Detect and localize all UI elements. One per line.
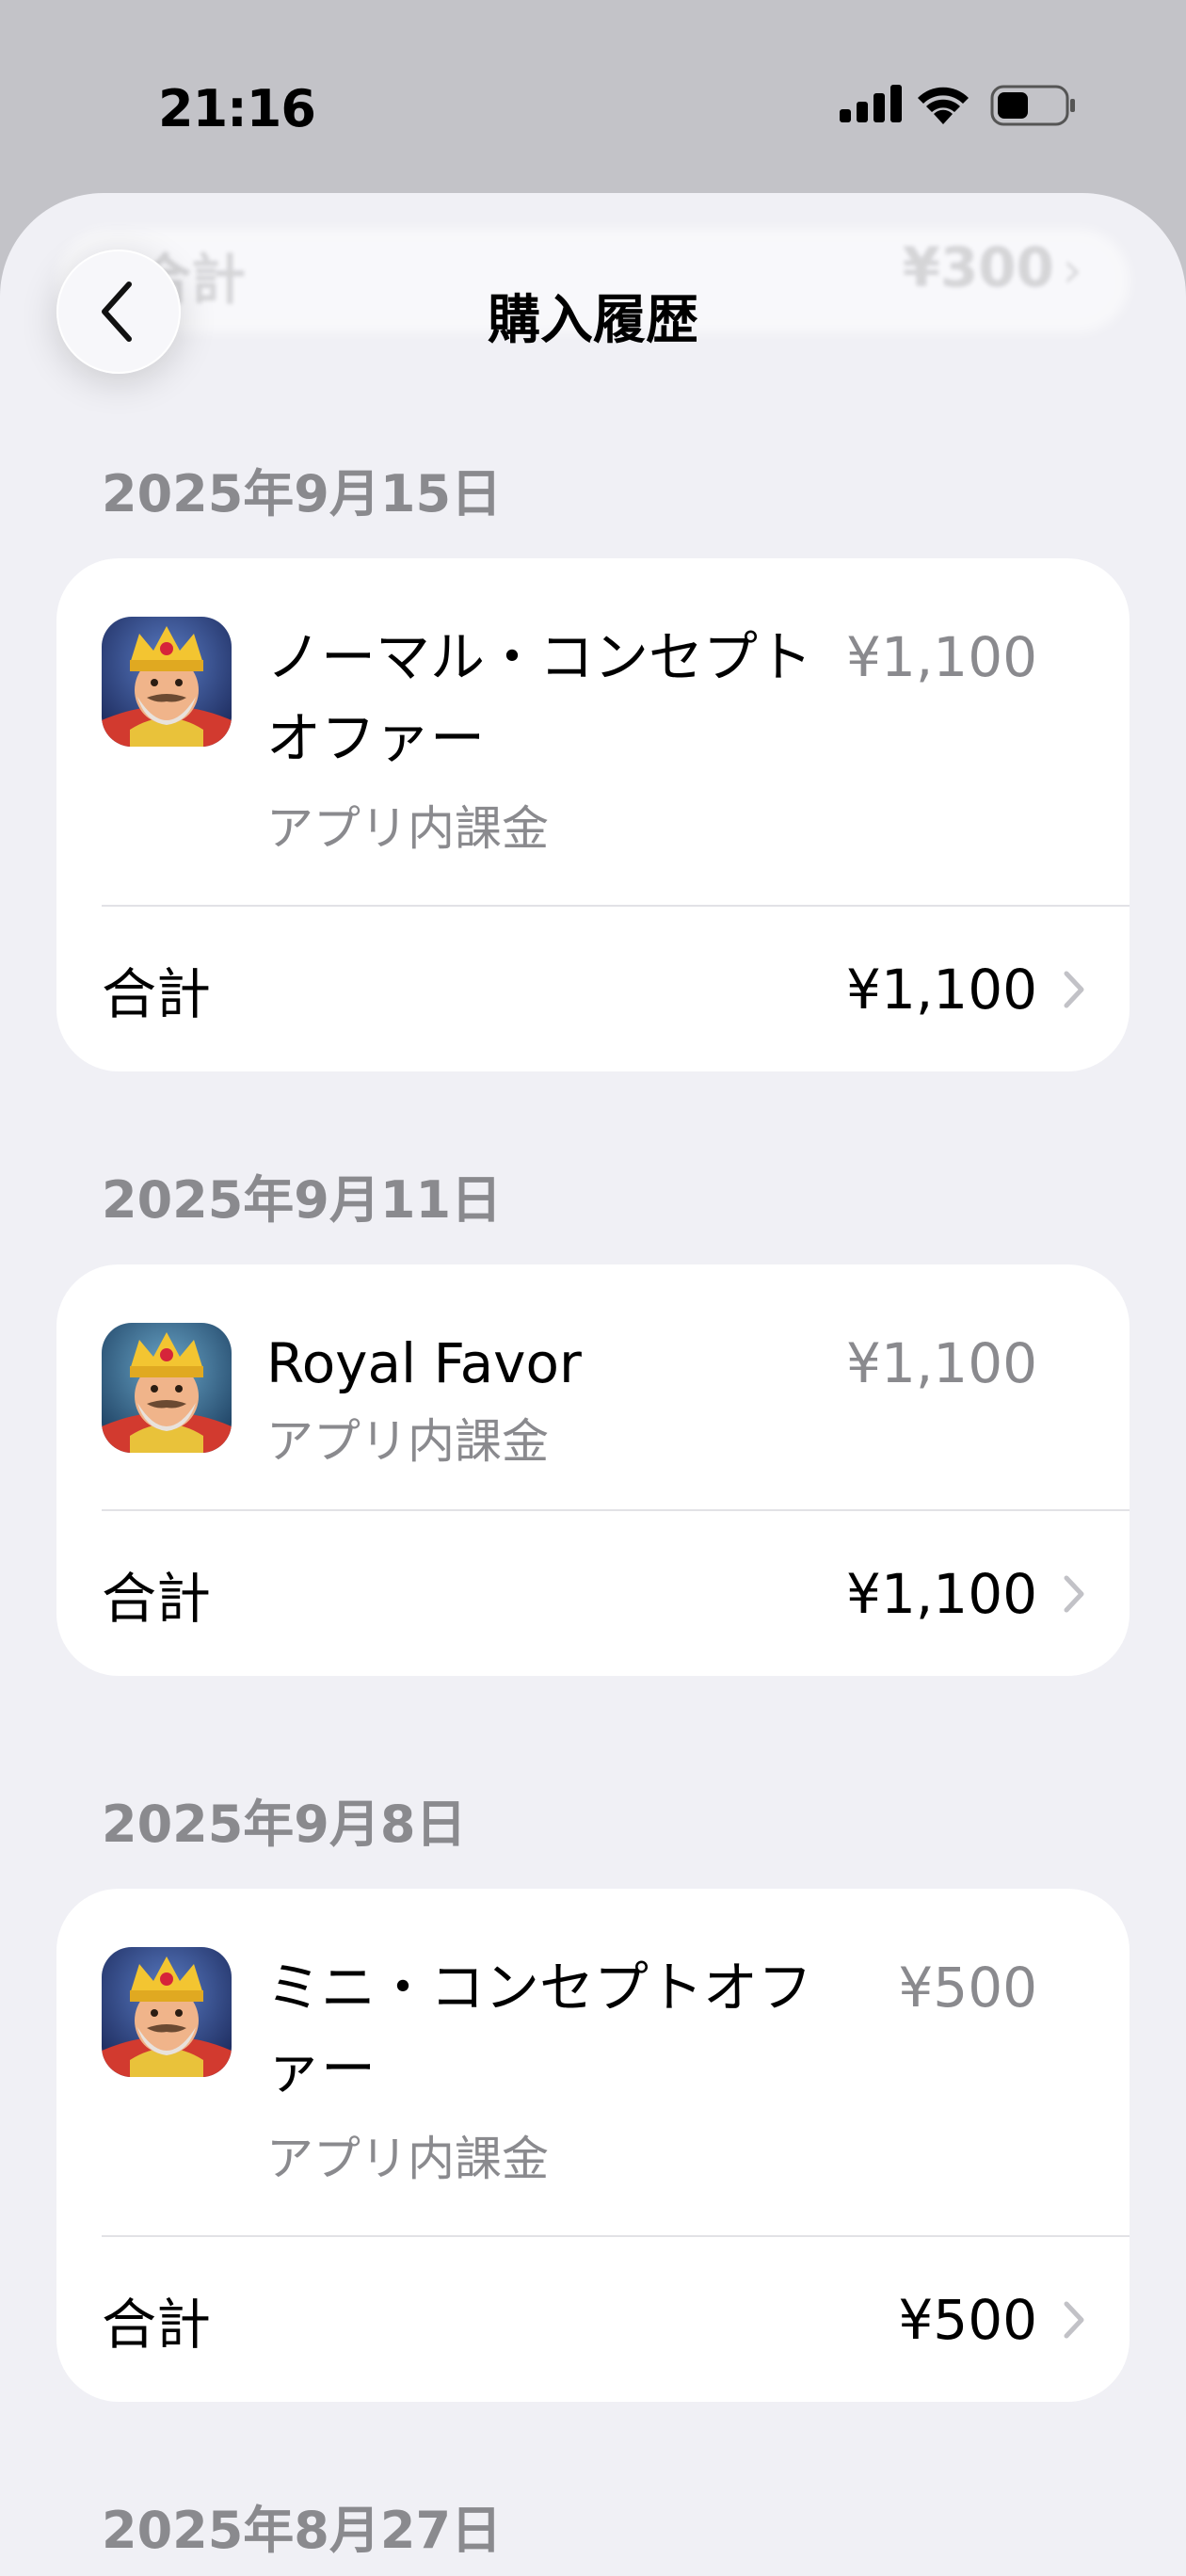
app-icon [102, 1323, 232, 1453]
status-bar: 21:16 [0, 0, 1186, 193]
section-date: 2025年8月27日 [102, 2501, 503, 2560]
item-title: ミニ・コンセプトオフ ァー [266, 1956, 813, 2101]
section-date: 2025年9月8日 [102, 1795, 467, 1854]
purchase-history-sheet: 合計 ¥300 › 購入履歴 2025年9月15日 ノーマル・コンセプト オファ… [0, 193, 1186, 2576]
back-button[interactable] [56, 250, 181, 374]
purchase-card: Royal Favor アプリ内課金 ¥1,100 合計 ¥1,100 [56, 1264, 1130, 1676]
total-label: 合計 [102, 1567, 212, 1631]
item-subtitle: アプリ内課金 [266, 2132, 549, 2186]
chevron-left-icon [102, 282, 132, 342]
item-title: ノーマル・コンセプト オファー [266, 625, 813, 770]
chevron-right-icon [1064, 1575, 1084, 1613]
item-price: ¥1,100 [846, 625, 1037, 689]
section-date: 2025年9月15日 [102, 464, 503, 523]
chevron-right-icon [1064, 2301, 1084, 2339]
total-row[interactable]: 合計 ¥1,100 [56, 1511, 1130, 1677]
total-price: ¥500 [898, 2288, 1037, 2352]
total-row[interactable]: 合計 ¥1,100 [56, 907, 1130, 1072]
total-label: 合計 [102, 2293, 212, 2357]
item-price: ¥1,100 [846, 1331, 1037, 1395]
purchase-card: ミニ・コンセプトオフ ァー アプリ内課金 ¥500 合計 ¥500 [56, 1889, 1130, 2402]
total-label: 合計 [102, 962, 212, 1026]
app-icon [102, 1947, 232, 2077]
item-price: ¥500 [898, 1956, 1037, 2020]
purchase-card: ノーマル・コンセプト オファー アプリ内課金 ¥1,100 合計 ¥1,100 [56, 558, 1130, 1071]
chevron-right-icon [1064, 971, 1084, 1008]
item-subtitle: アプリ内課金 [266, 801, 549, 856]
total-price: ¥1,100 [846, 1562, 1037, 1626]
total-price: ¥1,100 [846, 958, 1037, 1022]
item-title: Royal Favor [266, 1331, 582, 1395]
wifi-icon [918, 87, 969, 124]
status-time: 21:16 [158, 79, 316, 138]
section-date: 2025年9月11日 [102, 1170, 503, 1230]
battery-icon [990, 85, 1075, 126]
app-icon [102, 617, 232, 747]
cellular-signal-icon [840, 85, 902, 122]
item-subtitle: アプリ内課金 [266, 1414, 549, 1469]
total-row[interactable]: 合計 ¥500 [56, 2237, 1130, 2403]
